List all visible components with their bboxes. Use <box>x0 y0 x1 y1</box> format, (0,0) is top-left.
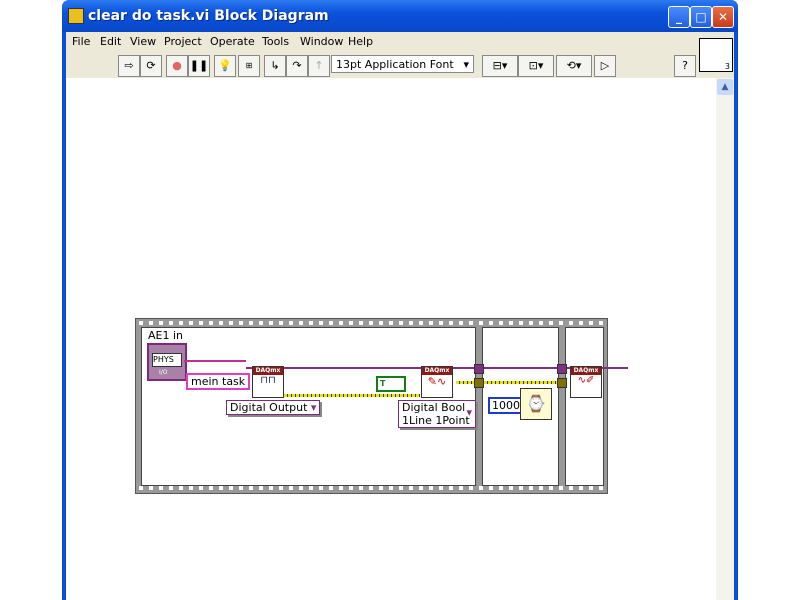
run-icon[interactable]: ⇨ <box>118 55 140 77</box>
font-select-value: 13pt Application Font <box>336 58 454 71</box>
eraser-icon: ∿✐ <box>577 375 595 386</box>
channel-type-value: Digital Output <box>230 401 308 414</box>
wait-ms-function[interactable]: ⌚ <box>520 388 552 420</box>
vertical-scrollbar[interactable]: ▲ <box>716 78 734 600</box>
write-type-line1: Digital Bool <box>402 401 466 414</box>
task-name-constant[interactable]: mein task <box>186 373 251 390</box>
cleanup-icon[interactable]: ▷ <box>594 55 616 77</box>
boolean-true-constant[interactable]: T <box>376 376 406 392</box>
menu-edit[interactable]: Edit <box>100 35 121 48</box>
retain-wire-values-icon[interactable]: ⊞ <box>238 55 260 77</box>
write-pencil-icon: ✎∿ <box>427 375 447 388</box>
daqmx-write-vi[interactable]: DAQmx ✎∿ <box>421 366 453 398</box>
window-title: clear do task.vi Block Diagram <box>88 8 329 24</box>
menu-project[interactable]: Project <box>164 35 202 48</box>
daqmx-create-channel-vi[interactable]: DAQmx ⊓⊓ <box>252 366 284 398</box>
step-into-icon[interactable]: ↳ <box>264 55 286 77</box>
connector-pane-number: 3 <box>724 62 730 71</box>
menu-view[interactable]: View <box>130 35 156 48</box>
error-wire <box>456 381 566 384</box>
wait-ms-constant[interactable]: 1000 <box>488 397 524 414</box>
menu-bar: File Edit View Project Operate Tools Win… <box>66 32 698 50</box>
error-tunnel <box>474 378 484 388</box>
menu-operate[interactable]: Operate <box>210 35 255 48</box>
error-wire <box>284 394 420 397</box>
task-tunnel <box>474 364 484 374</box>
step-over-icon[interactable]: ↷ <box>286 55 308 77</box>
daqmx-label: DAQmx <box>422 367 452 375</box>
daqmx-label: DAQmx <box>253 367 283 375</box>
sequence-film-holes-top <box>139 321 605 325</box>
menu-tools[interactable]: Tools <box>262 35 289 48</box>
channel-type-selector[interactable]: Digital Output ▾ <box>226 400 321 415</box>
sequence-film-holes-bottom <box>139 486 605 490</box>
highlight-execution-icon[interactable]: 💡 <box>214 55 236 77</box>
digital-waveform-icon: ⊓⊓ <box>260 375 276 386</box>
menu-help[interactable]: Help <box>348 35 373 48</box>
io-label: I/O <box>159 369 168 376</box>
sequence-frame-3[interactable] <box>565 327 604 486</box>
run-continuously-icon[interactable]: ⟳ <box>140 55 162 77</box>
chevron-down-icon: ▾ <box>463 58 469 71</box>
maximize-button[interactable]: □ <box>690 6 712 28</box>
task-in-control[interactable]: PHYS I/O <box>147 343 187 381</box>
reorder-icon[interactable]: ⟲▾ <box>556 55 592 77</box>
write-type-selector[interactable]: Digital Bool 1Line 1Point ▾ <box>398 400 476 428</box>
labview-icon <box>68 8 84 24</box>
abort-icon[interactable]: ● <box>166 55 188 77</box>
dropdown-arrow-icon: ▾ <box>310 401 317 414</box>
align-icon[interactable]: ⊟▾ <box>482 55 518 77</box>
distribute-icon[interactable]: ⊡▾ <box>518 55 554 77</box>
daqmx-label: DAQmx <box>571 367 601 375</box>
task-tunnel <box>557 364 567 374</box>
dropdown-arrow-icon: ▾ <box>466 406 472 419</box>
vi-icon-connector-pane[interactable]: 3 <box>699 38 733 72</box>
error-tunnel <box>557 378 567 388</box>
scroll-up-button[interactable]: ▲ <box>717 79 733 95</box>
help-icon[interactable]: ? <box>674 55 696 77</box>
control-label: AE1 in <box>148 329 183 342</box>
font-select[interactable]: 13pt Application Font ▾ <box>331 55 474 73</box>
minimize-button[interactable]: _ <box>668 6 690 28</box>
close-button[interactable]: ✕ <box>712 6 734 28</box>
menu-file[interactable]: File <box>72 35 90 48</box>
write-type-line2: 1Line 1Point <box>402 414 470 427</box>
daqmx-clear-task-vi[interactable]: DAQmx ∿✐ <box>570 366 602 398</box>
pause-icon[interactable]: ❚❚ <box>188 55 210 77</box>
menu-window[interactable]: Window <box>300 35 343 48</box>
phys-label: PHYS <box>152 353 182 367</box>
task-wire <box>184 360 246 362</box>
step-out-icon[interactable]: ↑ <box>308 55 330 77</box>
